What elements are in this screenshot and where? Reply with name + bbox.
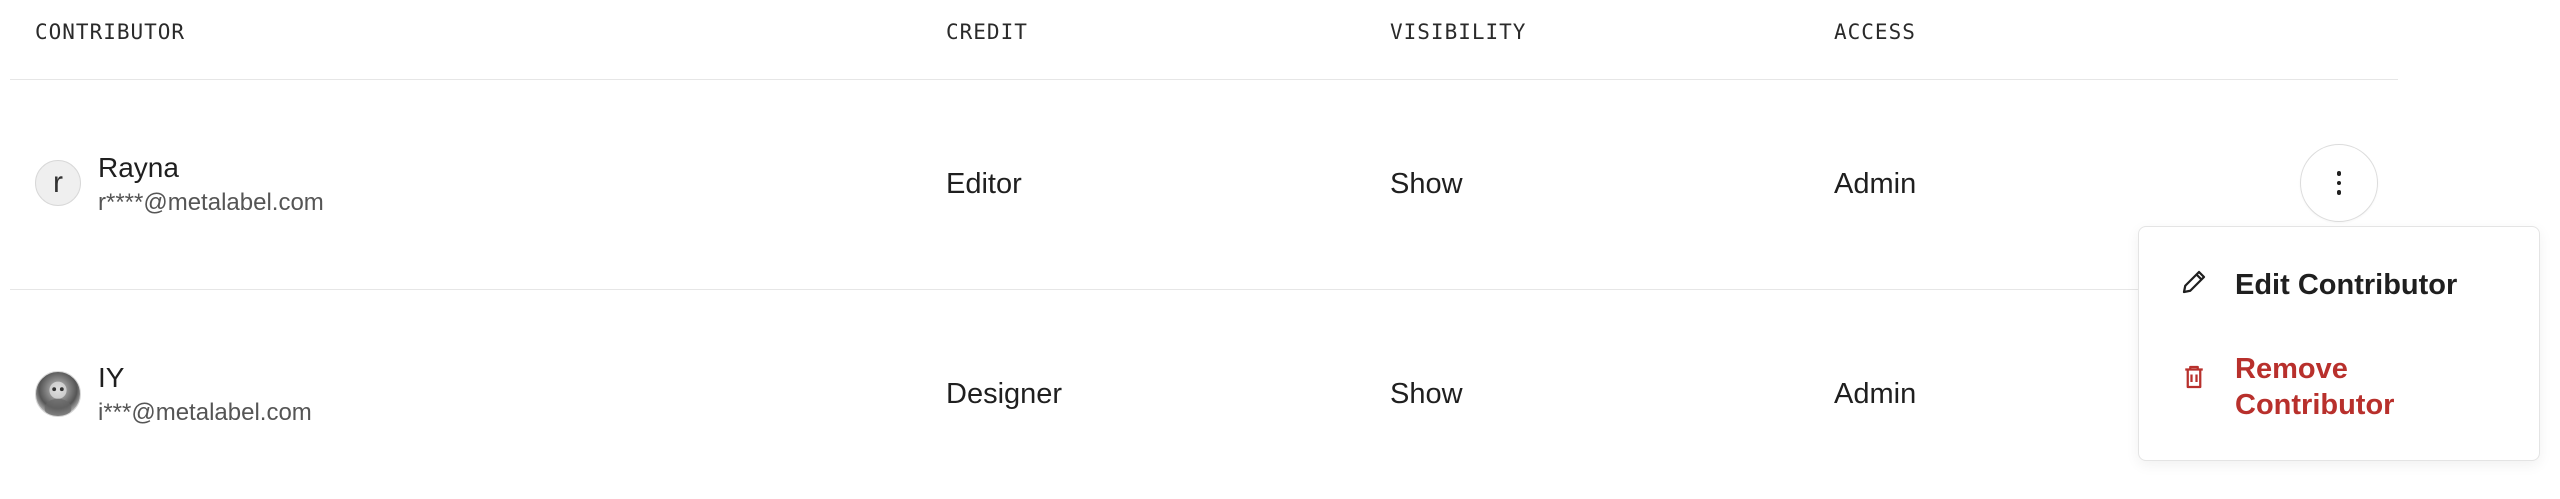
table-row: IY i***@metalabel.com Designer Show Admi… xyxy=(10,290,2398,499)
contributor-actions-menu: Edit Contributor Remove Contributor xyxy=(2138,226,2540,461)
table-header: CONTRIBUTOR CREDIT VISIBILITY ACCESS xyxy=(10,0,2398,80)
trash-icon xyxy=(2185,365,2203,389)
edit-contributor-menu-item[interactable]: Edit Contributor xyxy=(2179,267,2457,303)
contributor-name: IY xyxy=(98,362,125,393)
more-icon-dot xyxy=(2336,190,2342,195)
avatar-initial: r xyxy=(53,166,63,199)
credit-value: Editor xyxy=(946,168,1022,200)
header-credit: CREDIT xyxy=(946,20,1028,44)
header-visibility: VISIBILITY xyxy=(1390,20,1527,44)
contributor-name: Rayna xyxy=(98,152,179,183)
table-row: r Rayna r****@metalabel.com Editor Show … xyxy=(10,80,2398,290)
remove-contributor-menu-item[interactable]: Remove Contributor xyxy=(2179,351,2465,423)
avatar xyxy=(35,371,81,417)
avatar-photo-icon xyxy=(44,381,72,416)
header-contributor: CONTRIBUTOR xyxy=(35,20,186,44)
contributor-email: i***@metalabel.com xyxy=(98,399,312,426)
contributor-email: r****@metalabel.com xyxy=(98,189,324,216)
contributors-table: CONTRIBUTOR CREDIT VISIBILITY ACCESS r R… xyxy=(10,0,2398,499)
pencil-icon xyxy=(2182,270,2206,294)
visibility-value: Show xyxy=(1390,168,1463,200)
edit-contributor-label: Edit Contributor xyxy=(2235,269,2458,301)
credit-value: Designer xyxy=(946,378,1063,410)
avatar: r xyxy=(35,160,81,206)
more-icon xyxy=(2336,171,2342,176)
more-icon-dot xyxy=(2336,180,2342,186)
visibility-value: Show xyxy=(1390,378,1463,410)
access-value: Admin xyxy=(1834,168,1917,200)
more-options-button[interactable] xyxy=(2300,144,2378,222)
access-value: Admin xyxy=(1834,378,1917,410)
header-access: ACCESS xyxy=(1834,20,1916,44)
remove-contributor-label: Remove Contributor xyxy=(2235,353,2395,421)
